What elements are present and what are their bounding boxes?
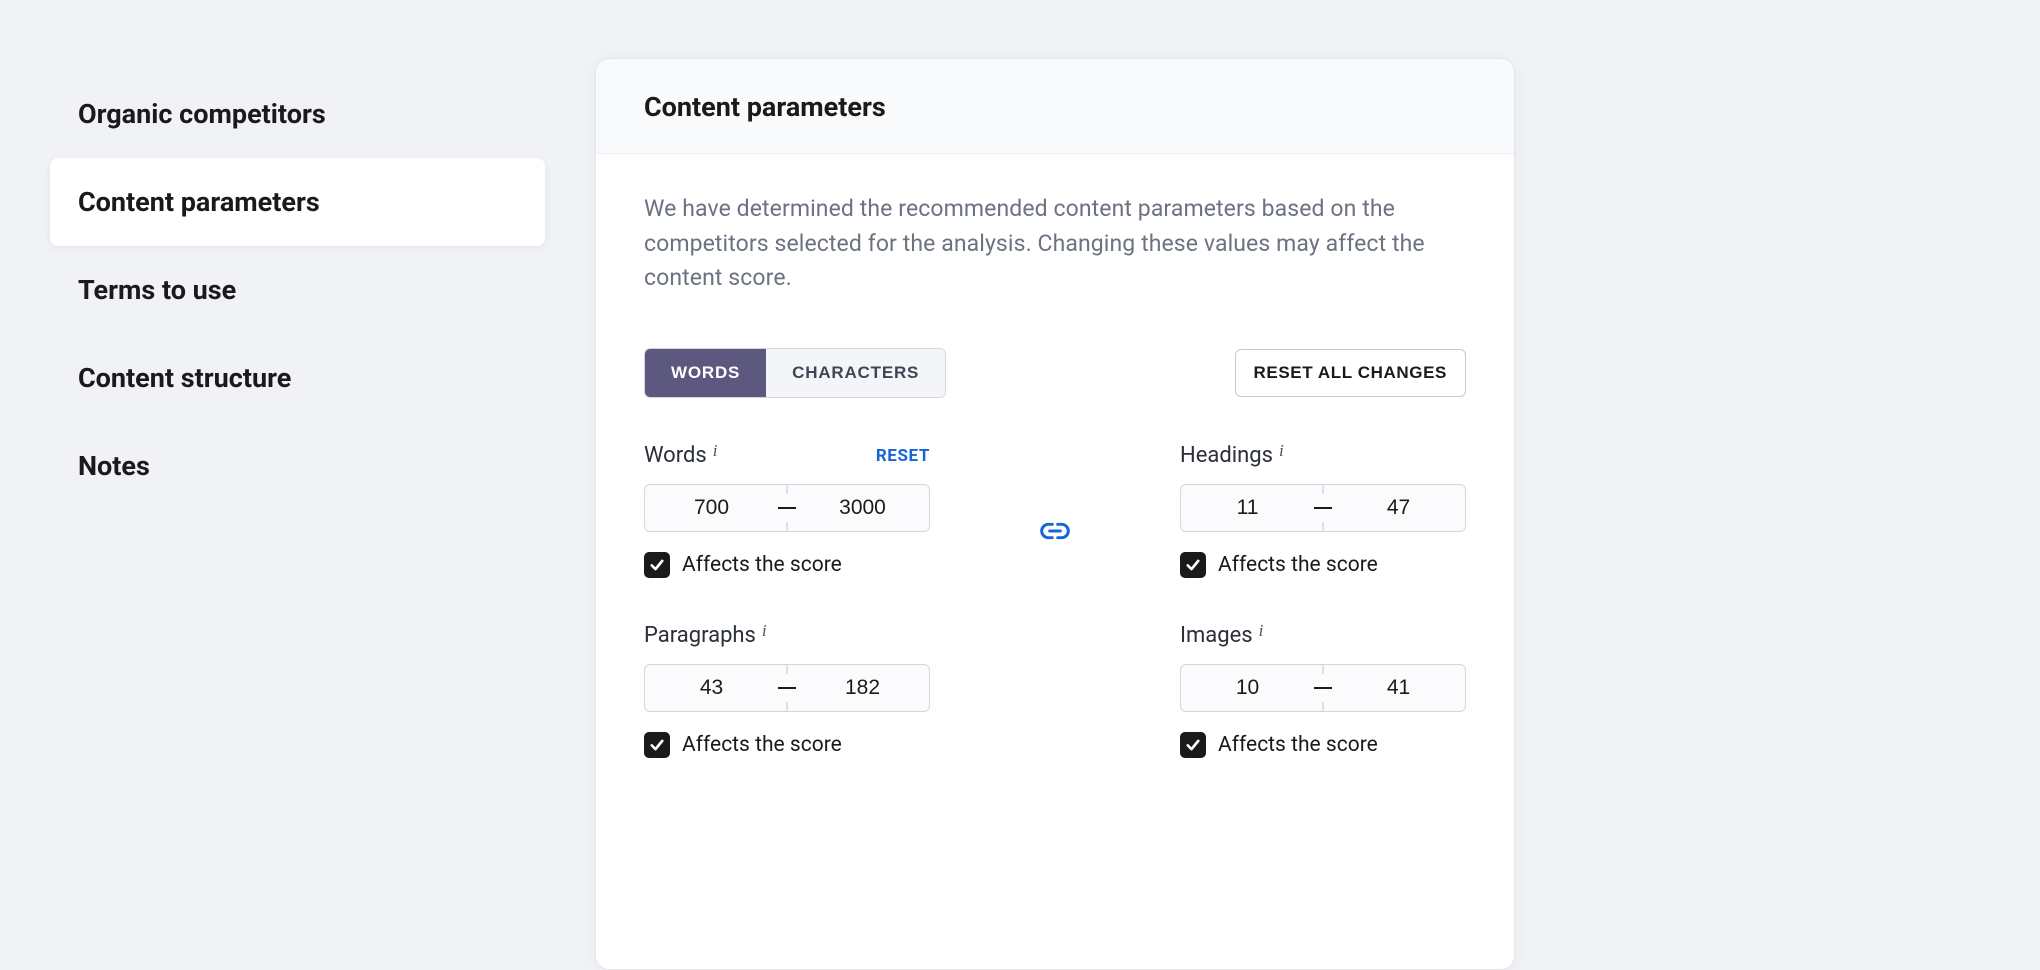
paragraphs-affects-label: Affects the score <box>682 733 842 757</box>
params-grid: Words i RESET <box>644 442 1466 758</box>
info-icon[interactable]: i <box>1279 441 1284 461</box>
param-headings-label: Headings i <box>1180 443 1284 468</box>
controls-row: WORDS CHARACTERS RESET ALL CHANGES <box>644 348 1466 398</box>
words-affects-checkbox[interactable] <box>644 552 670 578</box>
param-paragraphs-label: Paragraphs i <box>644 623 767 648</box>
units-characters-button[interactable]: CHARACTERS <box>766 349 945 397</box>
images-affects-checkbox[interactable] <box>1180 732 1206 758</box>
link-words-headings-cell <box>930 442 1180 578</box>
headings-range <box>1180 484 1466 532</box>
info-icon[interactable]: i <box>762 621 767 641</box>
dash-icon <box>1314 687 1332 689</box>
reset-all-button[interactable]: RESET ALL CHANGES <box>1235 349 1466 397</box>
sidebar: Organic competitors Content parameters T… <box>0 0 595 970</box>
images-range <box>1180 664 1466 712</box>
check-icon <box>1184 736 1202 754</box>
check-icon <box>648 556 666 574</box>
main-content: Content parameters We have determined th… <box>595 0 2040 970</box>
param-images: Images i Af <box>1180 622 1466 758</box>
info-icon[interactable]: i <box>713 441 718 461</box>
dash-icon <box>778 507 796 509</box>
words-max-input[interactable] <box>796 485 929 531</box>
units-words-button[interactable]: WORDS <box>645 349 766 397</box>
nav-item-notes[interactable]: Notes <box>50 422 545 510</box>
paragraphs-min-input[interactable] <box>645 665 778 711</box>
paragraphs-affects-checkbox[interactable] <box>644 732 670 758</box>
param-words: Words i RESET <box>644 442 930 578</box>
reset-words-button[interactable]: RESET <box>876 446 930 466</box>
param-paragraphs: Paragraphs i <box>644 622 930 758</box>
info-icon[interactable]: i <box>1259 621 1264 641</box>
paragraphs-max-input[interactable] <box>796 665 929 711</box>
card-header: Content parameters <box>596 59 1514 154</box>
headings-affects-checkbox[interactable] <box>1180 552 1206 578</box>
paragraphs-range <box>644 664 930 712</box>
nav-item-terms-to-use[interactable]: Terms to use <box>50 246 545 334</box>
nav-item-content-parameters[interactable]: Content parameters <box>50 158 545 246</box>
check-icon <box>1184 556 1202 574</box>
words-range <box>644 484 930 532</box>
images-affects-label: Affects the score <box>1218 733 1378 757</box>
nav-item-organic-competitors[interactable]: Organic competitors <box>50 70 545 158</box>
content-parameters-card: Content parameters We have determined th… <box>595 58 1515 970</box>
spacer <box>930 622 1180 758</box>
headings-min-input[interactable] <box>1181 485 1314 531</box>
dash-icon <box>1314 507 1332 509</box>
param-headings: Headings i <box>1180 442 1466 578</box>
words-affects-label: Affects the score <box>682 553 842 577</box>
link-icon[interactable] <box>1035 515 1075 547</box>
check-icon <box>648 736 666 754</box>
words-min-input[interactable] <box>645 485 778 531</box>
nav-item-content-structure[interactable]: Content structure <box>50 334 545 422</box>
headings-max-input[interactable] <box>1332 485 1465 531</box>
card-body: We have determined the recommended conte… <box>596 154 1514 758</box>
headings-affects-label: Affects the score <box>1218 553 1378 577</box>
card-title: Content parameters <box>644 91 1466 123</box>
images-max-input[interactable] <box>1332 665 1465 711</box>
param-images-label: Images i <box>1180 623 1263 648</box>
card-description: We have determined the recommended conte… <box>644 192 1466 296</box>
units-segmented-control: WORDS CHARACTERS <box>644 348 946 398</box>
dash-icon <box>778 687 796 689</box>
param-words-label: Words i <box>644 443 717 468</box>
images-min-input[interactable] <box>1181 665 1314 711</box>
